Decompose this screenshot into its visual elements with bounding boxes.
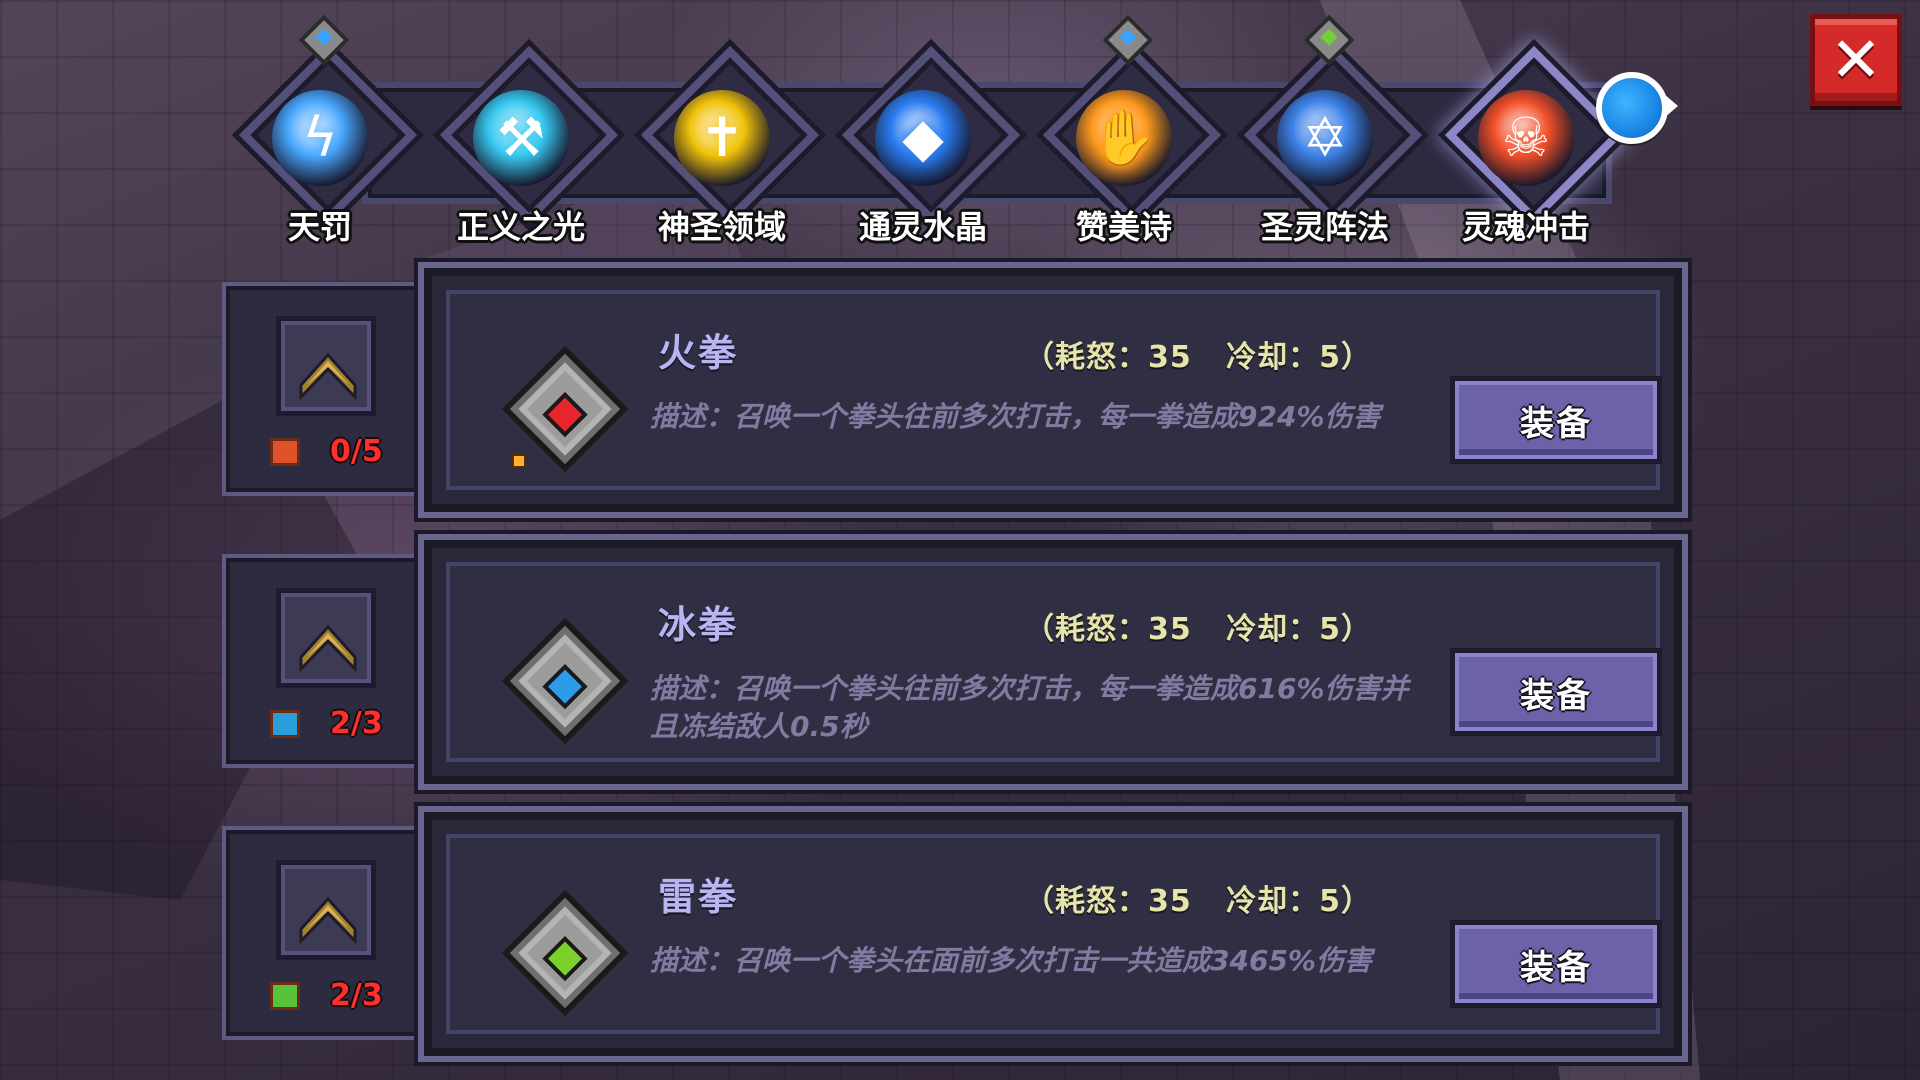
upgrade-panel: 2/3 [222, 554, 422, 768]
skill-tab-3[interactable]: ✝ 神圣领域 [632, 45, 820, 252]
skill-tab-4[interactable]: ◆ 通灵水晶 [833, 45, 1021, 252]
skill-row: 2/3 雷拳 （耗怒：35 冷却：5） 描述：召唤一个拳头在面前多次打击一共造成346… [222, 806, 1688, 1078]
skill-description: 描述：召唤一个拳头往前多次打击，每一拳造成616%伤害并且冻结敌人0.5秒 [650, 672, 1409, 743]
hammer-icon: ⚒ [496, 106, 546, 169]
skill-book-icon [270, 982, 300, 1010]
crystal-icon: ◆ [902, 106, 944, 169]
skill-description: 描述：召唤一个拳头往前多次打击，每一拳造成924%伤害 [650, 400, 1381, 433]
upgrade-button[interactable] [276, 860, 376, 960]
chat-bubble-icon[interactable] [1596, 72, 1678, 144]
hexagram-icon: ✡ [1302, 106, 1348, 169]
upgrade-count-text: 2/3 [330, 978, 383, 1013]
element-diamond-icon [501, 889, 629, 1017]
skill-tab-name: 灵魂冲击 [1461, 208, 1590, 246]
skill-book-icon [270, 710, 300, 738]
upgrade-count: 0/5 [270, 432, 410, 472]
skill-card-inner: 火拳 （耗怒：35 冷却：5） 描述：召唤一个拳头往前多次打击，每一拳造成924%伤… [446, 290, 1662, 490]
skill-tab-name: 圣灵阵法 [1260, 208, 1389, 246]
skill-card: 火拳 （耗怒：35 冷却：5） 描述：召唤一个拳头往前多次打击，每一拳造成924%伤… [418, 262, 1688, 518]
upgrade-button[interactable] [276, 316, 376, 416]
flame-spark-icon [512, 454, 526, 468]
skill-stats: （耗怒：35 冷却：5） [1024, 612, 1372, 647]
upgrade-count-text: 0/5 [330, 434, 383, 469]
skill-tab-name: 神圣领域 [657, 208, 786, 246]
close-icon: ✕ [1830, 23, 1882, 96]
upgrade-panel: 0/5 [222, 282, 422, 496]
holy-cross-icon: ✝ [699, 106, 745, 169]
equip-button[interactable]: 装备 [1450, 376, 1662, 464]
gem-indicator-icon [1303, 14, 1355, 66]
skill-row: 0/5 火拳 （耗怒：35 冷却：5） 描述：召唤一个拳头往前多次打击，每一拳造成92… [222, 262, 1688, 534]
lightning-swirl-icon: ϟ [302, 106, 338, 169]
skill-stats: （耗怒：35 冷却：5） [1024, 340, 1372, 375]
upgrade-count: 2/3 [270, 704, 410, 744]
flame-hand-icon: ✋ [1090, 106, 1158, 169]
skill-stats: （耗怒：35 冷却：5） [1024, 884, 1372, 919]
gem-indicator-icon [298, 14, 350, 66]
equip-button-label: 装备 [1520, 675, 1592, 716]
soul-skull-icon: ☠ [1501, 106, 1551, 169]
skill-card-inner: 雷拳 （耗怒：35 冷却：5） 描述：召唤一个拳头在面前多次打击一共造成3465%伤… [446, 834, 1662, 1034]
chevron-up-icon [299, 352, 357, 401]
upgrade-button[interactable] [276, 588, 376, 688]
skill-card: 雷拳 （耗怒：35 冷却：5） 描述：召唤一个拳头在面前多次打击一共造成3465%伤… [418, 806, 1688, 1062]
element-diamond-icon [501, 617, 629, 745]
upgrade-count: 2/3 [270, 976, 410, 1016]
skill-card-inner: 冰拳 （耗怒：35 冷却：5） 描述：召唤一个拳头往前多次打击，每一拳造成616%伤… [446, 562, 1662, 762]
skill-title: 雷拳 [658, 875, 739, 919]
close-button[interactable]: ✕ [1810, 14, 1902, 106]
equip-button-label: 装备 [1520, 947, 1592, 988]
skill-tab-name: 通灵水晶 [858, 208, 987, 246]
skill-tab-5[interactable]: ✋ 赞美诗 [1034, 14, 1222, 252]
skill-tab-6[interactable]: ✡ 圣灵阵法 [1235, 14, 1423, 252]
skill-row: 2/3 冰拳 （耗怒：35 冷却：5） 描述：召唤一个拳头往前多次打击，每一拳造成61… [222, 534, 1688, 806]
skill-title: 冰拳 [658, 603, 739, 647]
equip-button[interactable]: 装备 [1450, 648, 1662, 736]
skill-tab-7[interactable]: ☠ 灵魂冲击 [1436, 45, 1624, 252]
skill-card: 冰拳 （耗怒：35 冷却：5） 描述：召唤一个拳头往前多次打击，每一拳造成616%伤… [418, 534, 1688, 790]
skill-book-icon [270, 438, 300, 466]
skill-tab-name: 正义之光 [456, 208, 585, 246]
skill-tab-name: 赞美诗 [1075, 208, 1172, 246]
skill-tab-name: 天罚 [287, 208, 352, 246]
chevron-up-icon [299, 896, 357, 945]
skill-title: 火拳 [658, 331, 739, 375]
skill-tab-2[interactable]: ⚒ 正义之光 [431, 45, 619, 252]
skill-tab-1[interactable]: ϟ 天罚 [230, 14, 418, 252]
gem-indicator-icon [1102, 14, 1154, 66]
upgrade-count-text: 2/3 [330, 706, 383, 741]
equip-button-label: 装备 [1520, 403, 1592, 444]
skill-description: 描述：召唤一个拳头在面前多次打击一共造成3465%伤害 [650, 944, 1372, 977]
equip-button[interactable]: 装备 [1450, 920, 1662, 1008]
chevron-up-icon [299, 624, 357, 673]
upgrade-panel: 2/3 [222, 826, 422, 1040]
